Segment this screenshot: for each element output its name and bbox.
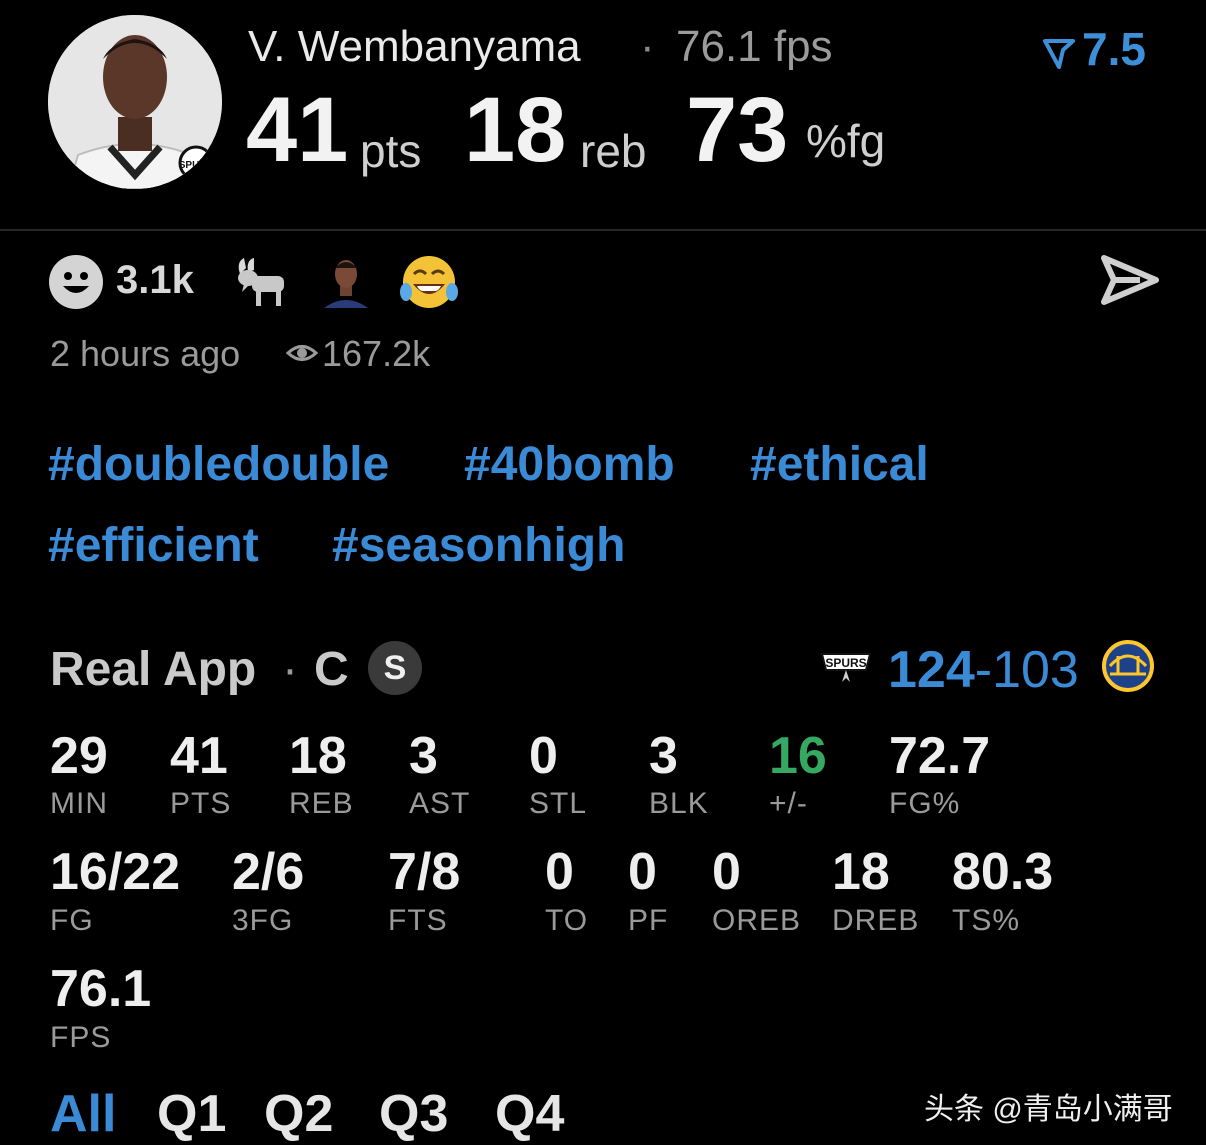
score-away: 103 xyxy=(992,641,1079,699)
stat-label-ts-pct: TS% xyxy=(952,904,1021,937)
stat-value-ts-pct: 80.3 xyxy=(952,843,1054,901)
stat-label-ast: AST xyxy=(409,787,471,820)
stat-label-fts: FTS xyxy=(388,904,448,937)
separator-dot: · xyxy=(640,22,655,71)
post-time: 2 hours ago xyxy=(50,333,241,374)
stat-label-min: MIN xyxy=(50,787,108,820)
stat-label-3fg: 3FG xyxy=(232,904,294,937)
team-badge: S xyxy=(368,641,422,695)
stat-value-ast: 3 xyxy=(409,727,438,785)
stat-label-plus-minus: +/- xyxy=(769,787,808,820)
stat-value-pf: 0 xyxy=(628,843,657,901)
eye-icon xyxy=(285,338,319,373)
stat-value-pts: 41 xyxy=(170,727,228,785)
svg-text:SPURS: SPURS xyxy=(179,160,214,171)
stat-value-fts: 7/8 xyxy=(388,843,461,901)
reaction-count[interactable]: 3.1k xyxy=(116,258,194,303)
score-home: 124 xyxy=(888,641,975,699)
rating-badge[interactable]: 7.5 xyxy=(1042,22,1146,76)
rating-value: 7.5 xyxy=(1082,23,1146,75)
header-divider xyxy=(0,229,1206,231)
hashtag-doubledouble[interactable]: #doubledouble xyxy=(48,441,389,489)
player-face-icon[interactable] xyxy=(318,252,374,313)
separator-dot: · xyxy=(282,643,298,696)
tab-q2[interactable]: Q2 xyxy=(264,1088,333,1140)
tab-q3[interactable]: Q3 xyxy=(379,1088,448,1140)
header-fps: 76.1 fps xyxy=(676,22,833,71)
stat-label-stl: STL xyxy=(529,787,588,820)
headline-reb-unit: reb xyxy=(580,125,647,177)
score-dash: - xyxy=(974,641,993,699)
hashtag-40bomb[interactable]: #40bomb xyxy=(464,441,675,489)
stat-value-dreb: 18 xyxy=(832,843,890,901)
stat-label-pf: PF xyxy=(628,904,669,937)
player-portrait-icon: SPURS xyxy=(48,15,222,189)
stat-label-fg-pct: FG% xyxy=(889,787,961,820)
hashtag-efficient[interactable]: #efficient xyxy=(48,522,259,570)
filter-arrow-icon xyxy=(1043,38,1075,69)
tab-q1[interactable]: Q1 xyxy=(157,1088,226,1140)
tab-q4[interactable]: Q4 xyxy=(495,1088,564,1140)
stat-value-fg-pct: 72.7 xyxy=(889,727,991,785)
stat-label-dreb: DREB xyxy=(832,904,920,937)
svg-text:SPURS: SPURS xyxy=(825,656,866,670)
stat-value-3fg: 2/6 xyxy=(232,843,305,901)
stat-value-to: 0 xyxy=(545,843,574,901)
player-name[interactable]: V. Wembanyama xyxy=(248,22,581,72)
stat-label-pts: PTS xyxy=(170,787,232,820)
player-avatar[interactable]: SPURS xyxy=(48,15,222,189)
stat-value-plus-minus: 16 xyxy=(769,727,827,785)
headline-reb-value: 18 xyxy=(464,79,567,181)
headline-pts-unit: pts xyxy=(360,125,422,177)
warriors-logo-icon[interactable] xyxy=(1102,640,1154,697)
stat-value-fps: 76.1 xyxy=(50,960,152,1018)
stat-value-reb: 18 xyxy=(289,727,347,785)
spurs-logo-icon[interactable]: SPURS xyxy=(818,646,874,689)
stat-value-stl: 0 xyxy=(529,727,558,785)
headline-fg-value: 73 xyxy=(686,79,789,181)
stat-label-to: TO xyxy=(545,904,589,937)
headline-fg-unit: %fg xyxy=(806,115,886,167)
stat-label-oreb: OREB xyxy=(712,904,802,937)
smiley-icon[interactable] xyxy=(48,254,104,315)
source-label: Real App xyxy=(50,643,257,696)
headline-pts-value: 41 xyxy=(246,79,349,181)
stat-value-blk: 3 xyxy=(649,727,678,785)
stat-label-fps: FPS xyxy=(50,1021,112,1054)
view-count: 167.2k xyxy=(322,333,431,374)
hashtag-seasonhigh[interactable]: #seasonhigh xyxy=(332,522,625,570)
tab-all[interactable]: All xyxy=(50,1088,116,1140)
stat-label-fg: FG xyxy=(50,904,94,937)
share-send-icon[interactable] xyxy=(1100,254,1160,311)
stat-value-oreb: 0 xyxy=(712,843,741,901)
hashtag-ethical[interactable]: #ethical xyxy=(750,441,929,489)
stat-label-blk: BLK xyxy=(649,787,709,820)
goat-icon[interactable] xyxy=(230,252,290,315)
watermark: 头条 @青岛小满哥 xyxy=(924,1093,1173,1126)
tears-of-joy-icon[interactable] xyxy=(400,254,458,315)
game-score[interactable]: 124-103 xyxy=(888,640,1079,700)
position-label: C xyxy=(314,643,349,696)
stat-value-min: 29 xyxy=(50,727,108,785)
stat-label-reb: REB xyxy=(289,787,354,820)
stat-value-fg: 16/22 xyxy=(50,843,181,901)
